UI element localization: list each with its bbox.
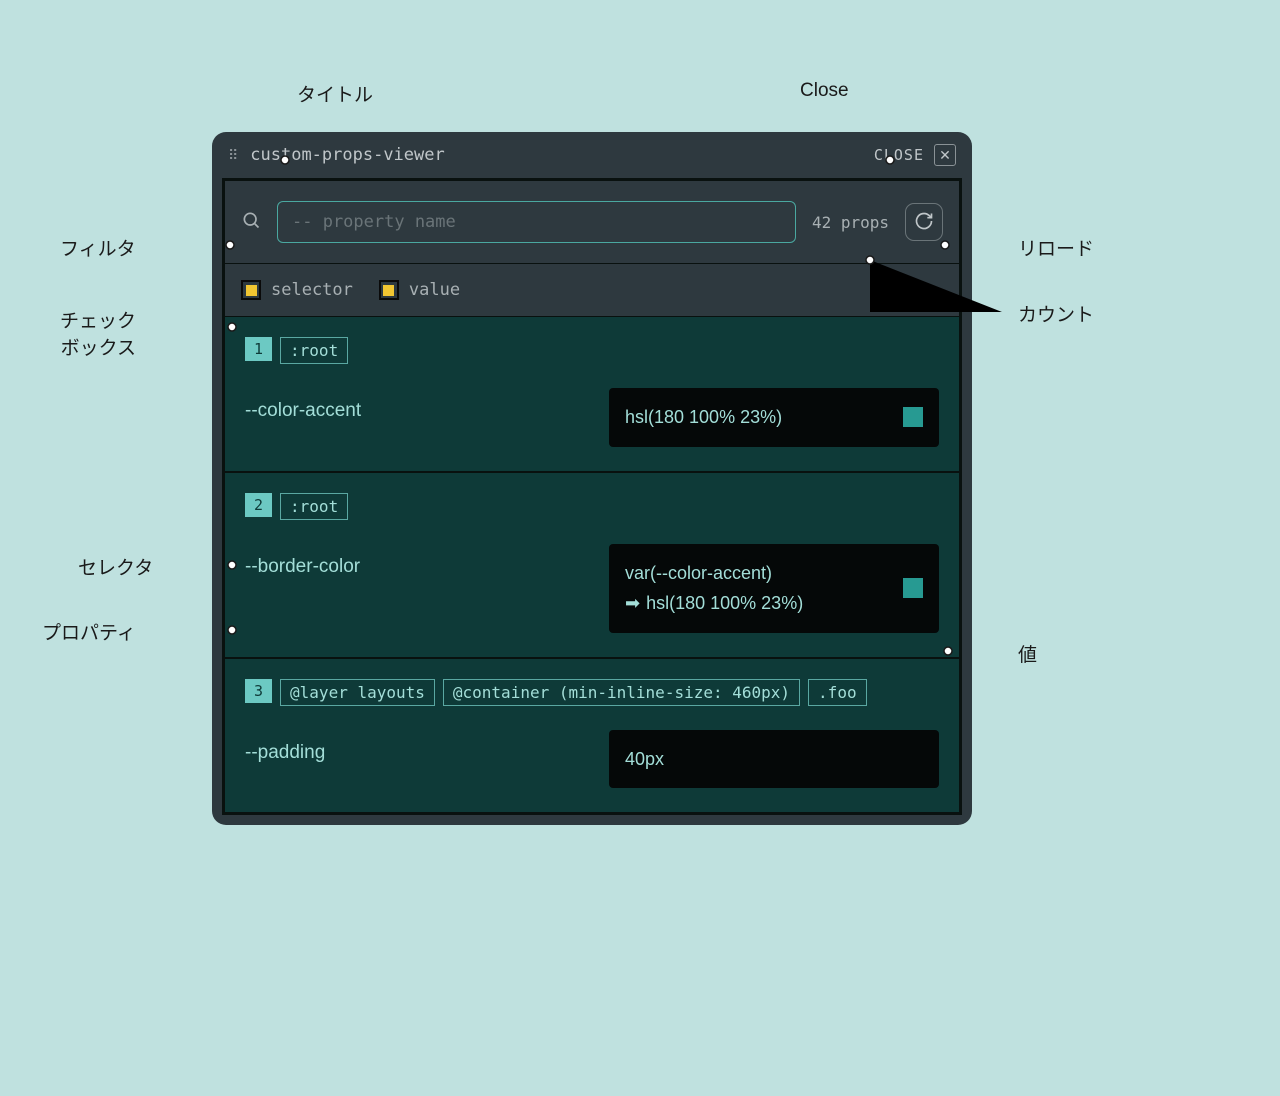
prop-line: --padding 40px [245,730,939,789]
selector-line: 2 :root [245,493,939,520]
dev-panel: ⠿ custom-props-viewer CLOSE ✕ 42 props s… [212,132,972,825]
prop-row: 1 :root --color-accent hsl(180 100% 23%) [225,317,959,473]
arrow-icon: ➡ [625,593,640,613]
checkbox-selector[interactable]: selector [241,280,353,300]
value-text: var(--color-accent) ➡ hsl(180 100% 23%) [625,558,885,619]
prop-name: --padding [245,730,585,764]
reload-icon [914,211,934,234]
row-index: 3 [245,679,272,703]
anno-property: プロパティ [42,618,144,645]
close-icon: ✕ [939,147,951,164]
props-list: 1 :root --color-accent hsl(180 100% 23%)… [225,317,959,812]
selector-tag: @container (min-inline-size: 460px) [443,679,800,706]
value-raw: var(--color-accent) [625,558,885,589]
anno-title: タイトル [297,80,373,107]
value-resolved: hsl(180 100% 23%) [646,593,803,613]
value-box: var(--color-accent) ➡ hsl(180 100% 23%) [609,544,939,633]
prop-row: 3 @layer layouts @container (min-inline-… [225,659,959,813]
drag-handle-icon[interactable]: ⠿ [228,147,240,164]
selector-tag: :root [280,493,348,520]
prop-row: 2 :root --border-color var(--color-accen… [225,473,959,659]
row-index: 2 [245,493,272,517]
selector-tag: :root [280,337,348,364]
color-swatch [903,407,923,427]
reload-button[interactable] [905,203,943,241]
anno-filter: フィルタ [60,234,144,261]
selector-tag: .foo [808,679,867,706]
row-index: 1 [245,337,272,361]
anno-checkbox: チェック ボックス [60,306,144,360]
prop-name: --border-color [245,544,585,578]
search-icon [241,210,261,235]
toolbar: 42 props [225,181,959,264]
titlebar[interactable]: ⠿ custom-props-viewer CLOSE ✕ [212,132,972,178]
close-button[interactable]: ✕ [934,144,956,166]
color-swatch [903,578,923,598]
anno-count: カウント [1010,300,1094,327]
panel-body: 42 props selector value 1 :root [222,178,962,815]
value-box: 40px [609,730,939,789]
anno-close: Close [800,80,849,102]
checkbox-label: selector [271,280,353,300]
props-count: 42 props [812,213,889,232]
checkbox-icon [379,280,399,300]
value-text: 40px [625,744,923,775]
anno-value: 値 [1010,640,1037,667]
close-label: CLOSE [874,146,924,164]
checkbox-row: selector value [225,264,959,317]
checkbox-label: value [409,280,460,300]
anno-reload: リロード [1010,234,1094,261]
value-text: hsl(180 100% 23%) [625,402,885,433]
panel-title: custom-props-viewer [250,145,874,165]
prop-line: --color-accent hsl(180 100% 23%) [245,388,939,447]
selector-line: 1 :root [245,337,939,364]
anno-selector: セレクタ [78,553,161,580]
prop-name: --color-accent [245,388,585,422]
selector-tag: @layer layouts [280,679,435,706]
search-input[interactable] [277,201,796,243]
prop-line: --border-color var(--color-accent) ➡ hsl(… [245,544,939,633]
checkbox-value[interactable]: value [379,280,460,300]
value-box: hsl(180 100% 23%) [609,388,939,447]
checkbox-icon [241,280,261,300]
selector-line: 3 @layer layouts @container (min-inline-… [245,679,939,706]
